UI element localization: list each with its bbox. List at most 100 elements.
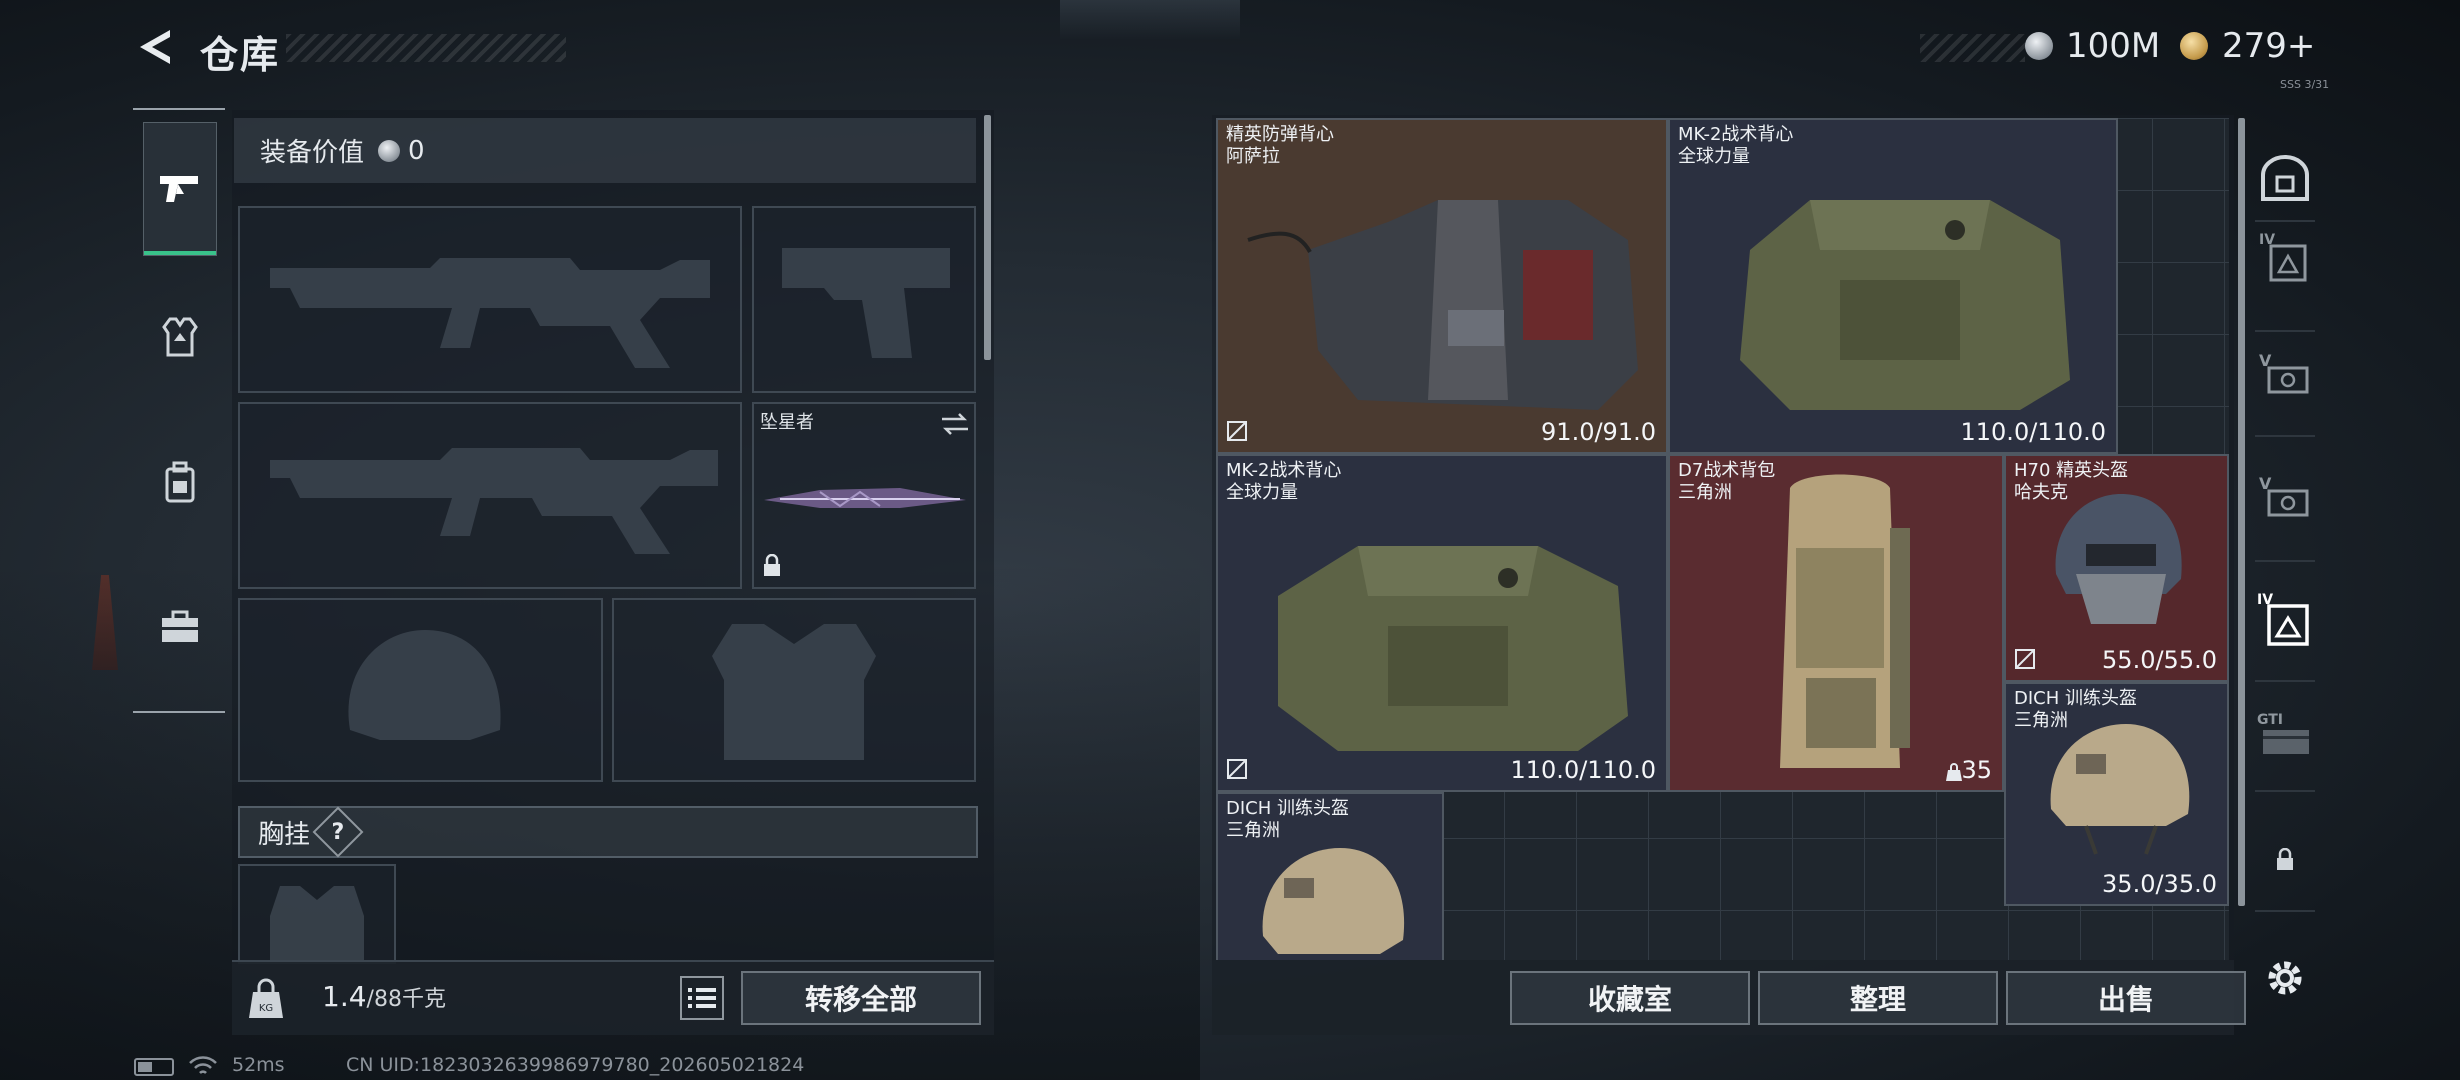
- armor-vest-icon: [162, 317, 198, 357]
- storage-tab-helmet-v[interactable]: V: [2255, 345, 2315, 405]
- item-elite-vest[interactable]: 精英防弹背心 阿萨拉 91.0/91.0: [1216, 118, 1668, 454]
- item-durability: 55.0/55.0: [2102, 646, 2217, 674]
- pistol-slot[interactable]: [752, 206, 976, 393]
- chest-rig-silhouette-icon: [270, 886, 364, 962]
- rifle-silhouette-icon: [270, 258, 710, 368]
- item-d7-backpack[interactable]: D7战术背包 三角洲 35: [1668, 454, 2004, 792]
- gear-icon: [2268, 961, 2302, 995]
- settings-button[interactable]: [2255, 948, 2315, 1008]
- elite-helmet-image: [2055, 494, 2182, 624]
- silver-coin-icon: [378, 139, 401, 162]
- storage-tab-helmet-v2[interactable]: V: [2255, 468, 2315, 528]
- weight-readout: 1.4/88千克: [322, 980, 446, 1013]
- durability-icon: [2015, 649, 2035, 669]
- nav-item-backpack[interactable]: [143, 445, 217, 519]
- tier-helmet-icon: V: [2259, 474, 2309, 517]
- tab-divider: [2255, 910, 2315, 912]
- weight-bag-icon: KG: [245, 978, 287, 1020]
- silver-currency-amount[interactable]: 100M: [2066, 26, 2160, 66]
- tab-divider: [2255, 220, 2315, 222]
- storage-scrollbar[interactable]: [2238, 118, 2245, 906]
- item-name: MK-2战术背心: [1678, 124, 1794, 145]
- item-dich-helmet[interactable]: DICH 训练头盔 三角洲 35.0/35.0: [2004, 682, 2229, 906]
- vest-silhouette-icon: [712, 624, 876, 760]
- item-maker: 阿萨拉: [1226, 146, 1280, 167]
- nav-item-armor[interactable]: [143, 300, 217, 374]
- training-helmet-image: [1262, 848, 1405, 954]
- equipment-value-label: 装备价值: [260, 138, 365, 168]
- primary-weapon-slot[interactable]: [238, 206, 742, 393]
- chest-rig-label: 胸挂: [258, 819, 311, 850]
- pistol-silhouette-icon: [782, 248, 950, 358]
- toolbox-icon: [162, 610, 198, 642]
- tab-divider: [2255, 330, 2315, 332]
- item-mk2-vest[interactable]: MK-2战术背心 全球力量 110.0/110.0: [1216, 454, 1668, 792]
- item-durability: 110.0/110.0: [1510, 756, 1657, 784]
- item-name: 精英防弹背心: [1226, 124, 1334, 145]
- secondary-weapon-slot[interactable]: [238, 402, 742, 589]
- storage-tab-main[interactable]: [2255, 148, 2315, 208]
- silver-coin-icon: [2025, 32, 2053, 60]
- storage-tab-vest-iv-selected[interactable]: IV: [2255, 590, 2315, 650]
- mk2-vest-image: [1278, 546, 1628, 751]
- sell-button[interactable]: 出售: [2006, 971, 2246, 1025]
- currency-note: SSS 3/31: [2280, 78, 2330, 91]
- item-name: DICH 训练头盔: [2014, 688, 2137, 709]
- item-dich-helmet[interactable]: DICH 训练头盔 三角洲: [1216, 792, 1444, 960]
- list-view-button[interactable]: [680, 976, 724, 1020]
- storage-tab-locked[interactable]: [2255, 830, 2315, 890]
- item-maker: 三角洲: [1678, 482, 1732, 503]
- loadout-scrollbar[interactable]: [984, 115, 991, 360]
- back-button[interactable]: [132, 24, 178, 70]
- storage-tab-gti[interactable]: GTI: [2255, 705, 2315, 765]
- elite-vest-image: [1247, 200, 1638, 410]
- helmet-slot[interactable]: [238, 598, 603, 782]
- durability-icon: [1227, 421, 1247, 441]
- body-armor-slot[interactable]: [612, 598, 976, 782]
- list-icon: [688, 988, 716, 1008]
- back-arrow-icon: [140, 30, 170, 64]
- lock-icon: [764, 554, 780, 576]
- tier-vest-icon: IV: [2259, 232, 2307, 282]
- item-name: DICH 训练头盔: [1226, 798, 1349, 819]
- storage-tab-vest-iv[interactable]: IV: [2255, 228, 2315, 288]
- tab-divider: [2255, 790, 2315, 792]
- gti-case-icon: GTI: [2257, 712, 2309, 754]
- help-icon[interactable]: ?: [312, 806, 364, 858]
- current-weight: 1.4: [322, 980, 367, 1013]
- transfer-all-button[interactable]: 转移全部: [741, 971, 981, 1025]
- help-mark: ?: [331, 819, 345, 845]
- svg-text:KG: KG: [259, 1003, 273, 1014]
- collection-room-button[interactable]: 收藏室: [1510, 971, 1750, 1025]
- item-capacity: 35: [1961, 756, 1992, 784]
- item-durability: 35.0/35.0: [2102, 870, 2217, 898]
- wifi-icon: [189, 1056, 217, 1074]
- weight-capacity: /88千克: [366, 987, 446, 1012]
- tier-vest-icon: IV: [2257, 592, 2309, 646]
- tier-helmet-icon: V: [2259, 351, 2309, 394]
- nav-item-supplies[interactable]: [143, 590, 217, 664]
- safe-icon: [2261, 155, 2309, 201]
- chest-rig-header: 胸挂 ?: [238, 806, 978, 858]
- chest-rig-slot[interactable]: [238, 864, 396, 964]
- equipment-value-bar: 装备价值 0: [234, 118, 976, 183]
- title-decor-stripes: [286, 34, 566, 62]
- lock-icon: [2277, 848, 2293, 870]
- tab-divider: [2255, 560, 2315, 562]
- item-h70-helmet[interactable]: H70 精英头盔 哈夫克 55.0/55.0: [2004, 454, 2229, 682]
- item-durability: 91.0/91.0: [1541, 418, 1656, 446]
- item-name: MK-2战术背心: [1226, 460, 1342, 481]
- backpack-image: [1780, 474, 1910, 768]
- gold-currency-amount[interactable]: 279+: [2222, 26, 2315, 66]
- gold-coin-icon: [2180, 32, 2208, 60]
- pistol-icon: [160, 176, 198, 202]
- melee-slot[interactable]: 坠星者: [752, 402, 976, 589]
- item-mk2-vest[interactable]: MK-2战术背心 全球力量 110.0/110.0: [1668, 118, 2118, 454]
- training-helmet-image: [2050, 724, 2190, 855]
- nav-item-weapons[interactable]: [143, 122, 217, 256]
- swap-icon[interactable]: [940, 412, 970, 436]
- backpack-icon: [165, 461, 195, 503]
- organize-button[interactable]: 整理: [1758, 971, 1998, 1025]
- helmet-silhouette-icon: [348, 630, 501, 740]
- equipment-value: 0: [408, 135, 425, 166]
